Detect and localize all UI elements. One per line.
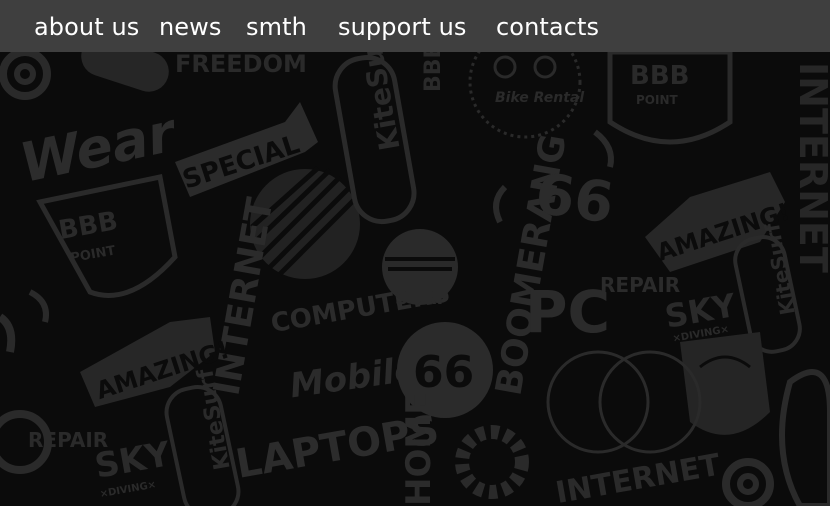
background-pattern-artwork: FREEDOM Wear SPECIAL KiteSurf Bike Renta… [0,19,830,506]
page: about us news smth support us contacts F… [0,0,830,506]
repair-label-mid: REPAIR [600,273,680,297]
home-label: HOME [399,392,439,506]
nav-item-news[interactable]: news [159,10,222,44]
freedom-label: FREEDOM [175,52,307,78]
internet-label-right: INTERNET [791,62,830,273]
nav-item-smth[interactable]: smth [246,10,307,44]
top-navigation-bar: about us news smth support us contacts [0,0,830,52]
nav-item-support-us[interactable]: support us [338,10,467,44]
nav-item-about-us[interactable]: about us [34,10,139,44]
nav-item-contacts[interactable]: contacts [496,10,599,44]
surf-label: SURF [395,288,449,309]
sixty-six-label-mid: 66 [531,161,617,236]
background-pattern: FREEDOM Wear SPECIAL KiteSurf Bike Renta… [0,19,830,506]
bbb-label-top: BBB [630,61,689,91]
pc-label: PC [525,278,610,346]
bike-rental-label: Bike Rental [495,90,584,106]
sixty-six-label-circle: 66 [413,347,474,398]
point-label-top: POINT [636,93,679,107]
bbb-label-vertical: BBB [421,52,446,92]
